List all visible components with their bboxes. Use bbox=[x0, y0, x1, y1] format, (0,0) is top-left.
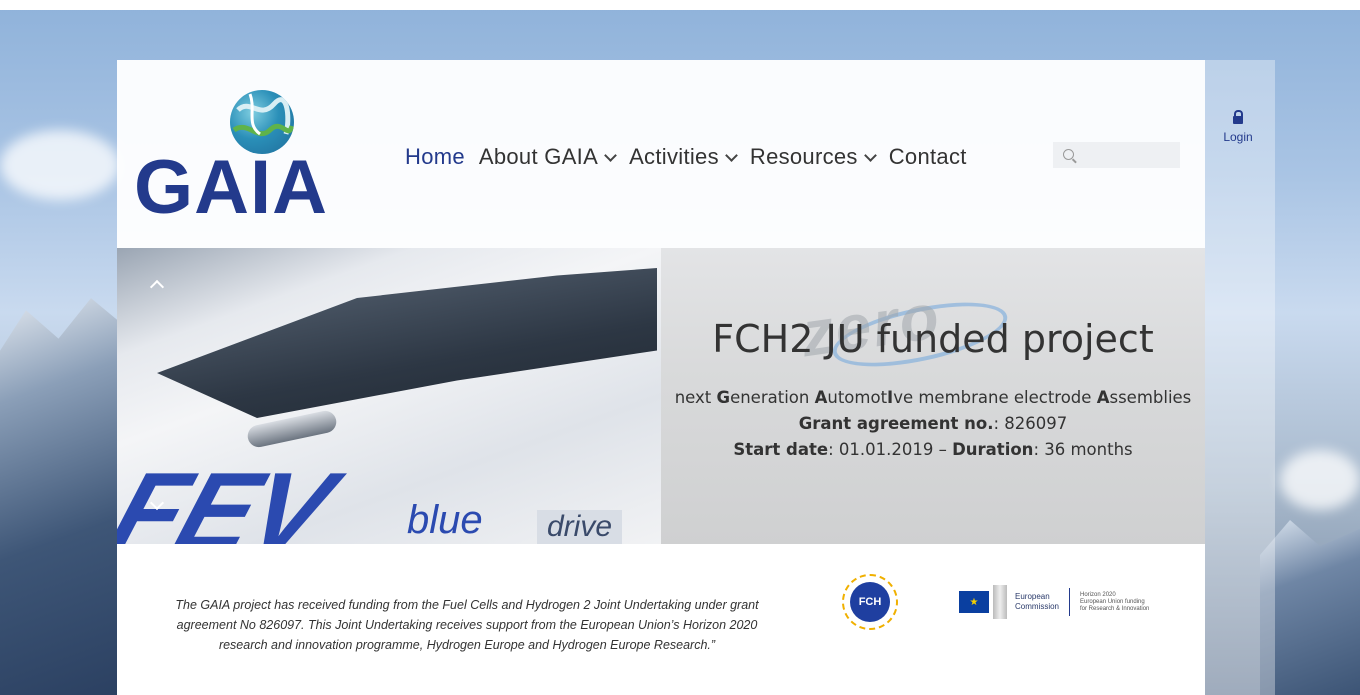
chevron-down-icon bbox=[863, 148, 877, 162]
acronym-part: eneration bbox=[730, 388, 815, 407]
nav-label: Activities bbox=[629, 144, 719, 169]
funding-disclaimer: The GAIA project has received funding fr… bbox=[175, 598, 759, 652]
acronym-part: ve membrane electrode bbox=[893, 388, 1097, 407]
nav-label: About GAIA bbox=[478, 144, 599, 169]
ec-text-line: European bbox=[1015, 592, 1050, 601]
lock-icon bbox=[1233, 110, 1243, 124]
nav-item-activities[interactable]: Activities bbox=[629, 144, 738, 170]
start-date-value: : 01.01.2019 – bbox=[828, 440, 953, 459]
acronym-part: ssemblies bbox=[1109, 388, 1192, 407]
slide-text-panel: zero FCH2 JU funded project next Generat… bbox=[661, 248, 1205, 544]
nav-item-home[interactable]: Home bbox=[405, 144, 465, 170]
chevron-down-icon bbox=[604, 148, 617, 162]
car-decal-blue: blue bbox=[407, 498, 483, 542]
nav-item-resources[interactable]: Resources bbox=[749, 144, 877, 170]
slider-up-arrow[interactable] bbox=[149, 278, 166, 295]
dates-line: Start date: 01.01.2019 – Duration: 36 mo… bbox=[661, 440, 1205, 459]
start-date-label: Start date bbox=[733, 440, 829, 459]
ec-text-line: Commission bbox=[1015, 602, 1060, 611]
nav-label: Resources bbox=[749, 144, 858, 169]
acronym-part: utomot bbox=[827, 388, 888, 407]
divider bbox=[1069, 588, 1071, 616]
fch-logo-text: FCH bbox=[850, 582, 890, 622]
slide-image: FEV blue drive bbox=[117, 248, 661, 544]
grant-agreement-line: Grant agreement no.: 826097 bbox=[661, 414, 1205, 433]
duration-label: Duration bbox=[952, 440, 1034, 459]
search-icon bbox=[1063, 149, 1074, 160]
nav-item-about-gaia[interactable]: About GAIA bbox=[478, 144, 617, 170]
acronym-part: A bbox=[1096, 388, 1110, 407]
background-mountain-left bbox=[0, 298, 130, 695]
ec-building-icon bbox=[993, 585, 1007, 619]
main-container: GAIA Home About GAIA Activities Resource… bbox=[117, 60, 1205, 695]
login-link[interactable]: Login bbox=[1218, 110, 1258, 144]
slider-down-arrow[interactable] bbox=[149, 495, 166, 512]
login-label: Login bbox=[1223, 130, 1253, 144]
duration-value: : 36 months bbox=[1033, 440, 1133, 459]
fch-ju-logo[interactable]: FCH bbox=[842, 574, 898, 630]
nav-label: Contact bbox=[888, 144, 967, 169]
chevron-down-icon bbox=[725, 148, 738, 162]
acronym-part: next bbox=[674, 388, 717, 407]
eu-flag-icon: ★ bbox=[959, 591, 989, 613]
login-panel bbox=[1205, 60, 1275, 695]
top-border bbox=[0, 0, 1360, 10]
slide-title: FCH2 JU funded project bbox=[712, 317, 1154, 361]
footer: The GAIA project has received funding fr… bbox=[117, 544, 1205, 695]
main-nav: Home About GAIA Activities Resources Con… bbox=[405, 144, 981, 170]
logo-text: GAIA bbox=[134, 145, 328, 230]
h2020-text: Horizon 2020 European Union funding for … bbox=[1080, 592, 1149, 613]
h2020-line: European Union funding bbox=[1080, 598, 1145, 605]
search-input[interactable] bbox=[1077, 142, 1181, 170]
nav-label: Home bbox=[405, 144, 465, 169]
grant-label: Grant agreement no. bbox=[798, 414, 994, 433]
european-commission-logo[interactable]: ★ European Commission Horizon 2020 Europ… bbox=[959, 580, 1189, 624]
nav-item-contact[interactable]: Contact bbox=[889, 144, 967, 170]
acronym-part: A bbox=[814, 388, 828, 407]
h2020-line: Horizon 2020 bbox=[1080, 591, 1116, 598]
ec-text: European Commission bbox=[1015, 592, 1059, 612]
car-window bbox=[157, 268, 657, 418]
chevron-down-icon bbox=[149, 495, 165, 511]
chevron-up-icon bbox=[149, 279, 165, 295]
grant-value: : 826097 bbox=[993, 414, 1068, 433]
background-mountain-right bbox=[1260, 520, 1360, 695]
car-decal-drive: drive bbox=[537, 510, 623, 544]
acronym-part: G bbox=[716, 388, 731, 407]
project-acronym-line: next Generation AutomotIve membrane elec… bbox=[661, 388, 1205, 407]
background-cloud bbox=[1280, 450, 1360, 510]
car-decal-fev: FEV bbox=[117, 450, 345, 544]
site-header: GAIA Home About GAIA Activities Resource… bbox=[117, 60, 1205, 248]
h2020-line: for Research & Innovation bbox=[1080, 605, 1150, 612]
gaia-logo[interactable]: GAIA bbox=[134, 88, 334, 228]
background-cloud bbox=[0, 130, 120, 200]
